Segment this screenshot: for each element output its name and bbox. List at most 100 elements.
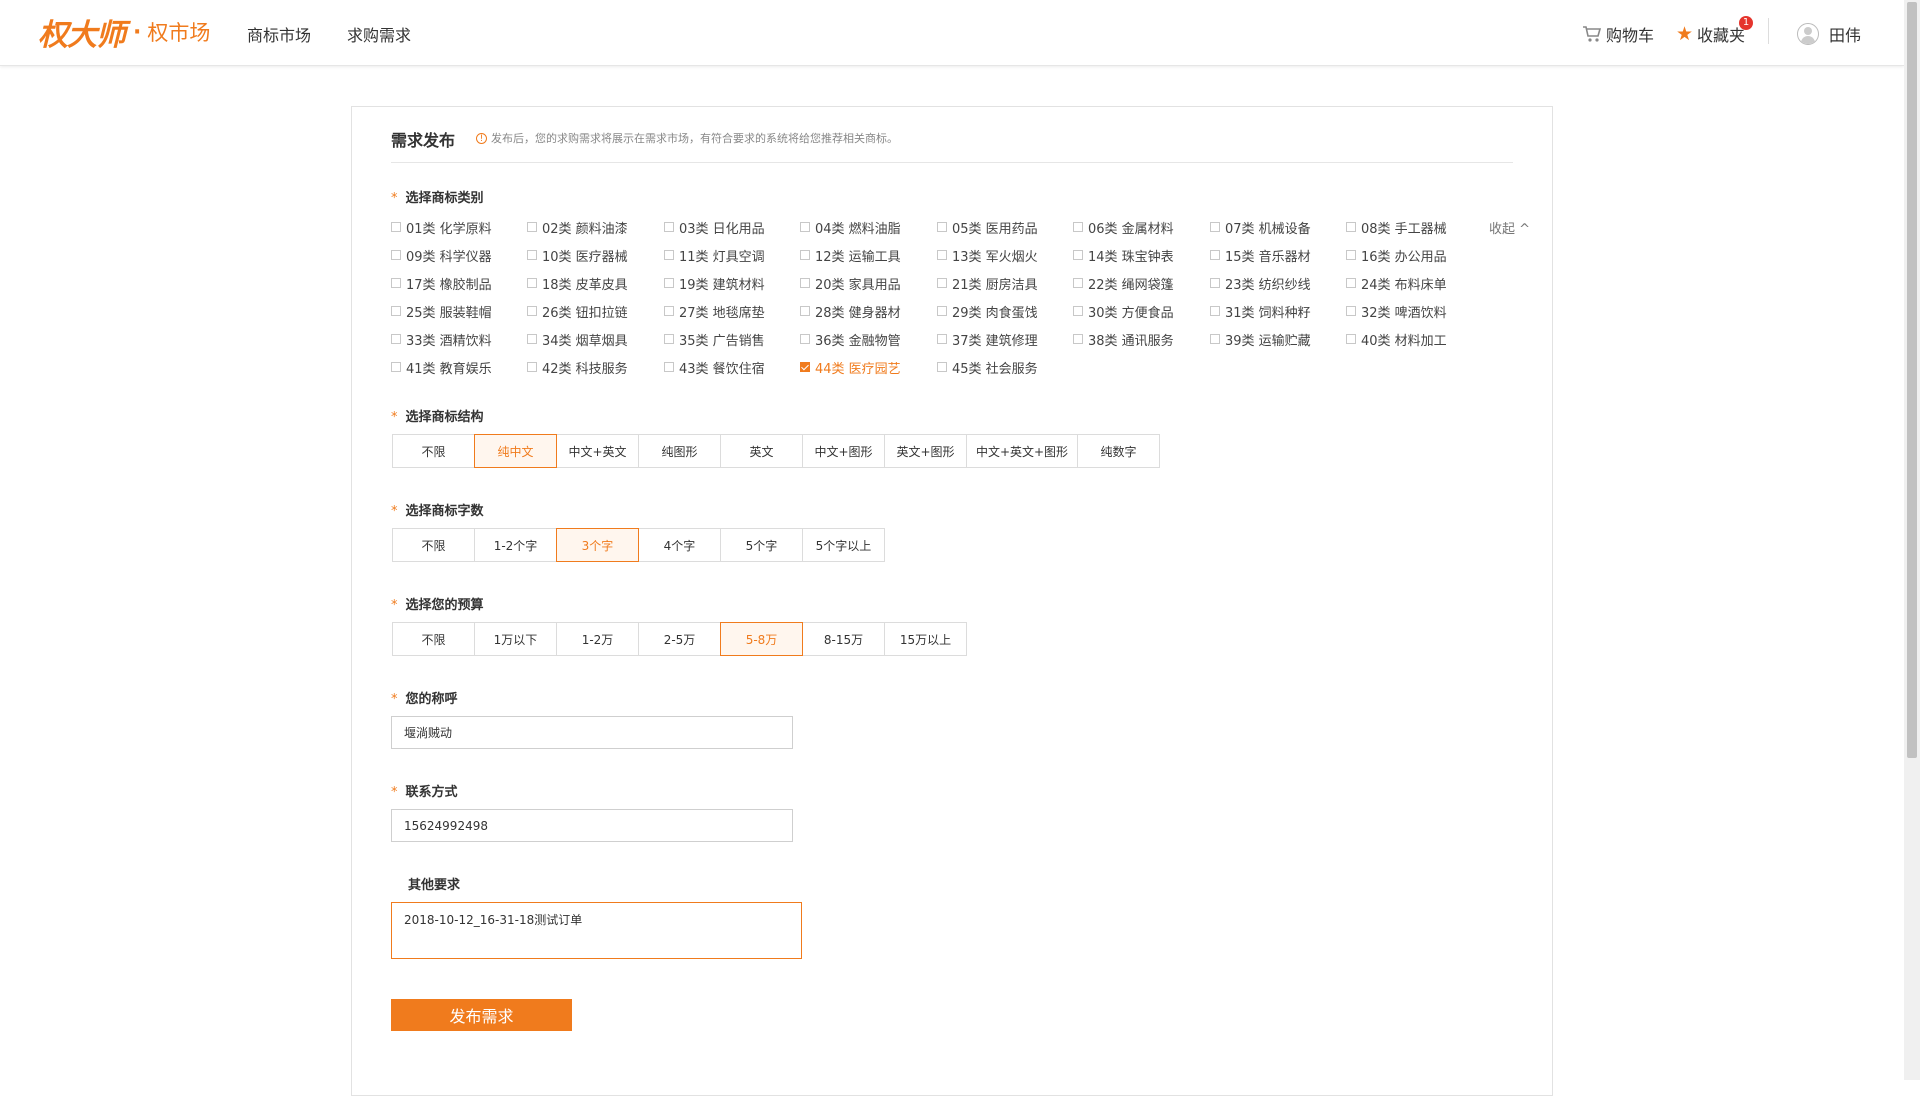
class-option[interactable]: 12类 运输工具 (800, 247, 901, 265)
checkbox-icon[interactable] (391, 362, 401, 372)
class-option[interactable]: 15类 音乐器材 (1210, 247, 1311, 265)
class-option[interactable]: 26类 钮扣拉链 (527, 303, 628, 321)
checkbox-icon[interactable] (937, 362, 947, 372)
class-option[interactable]: 10类 医疗器械 (527, 247, 628, 265)
favorites-link[interactable]: ★ 收藏夹 1 (1676, 16, 1754, 46)
checkbox-icon[interactable] (527, 250, 537, 260)
structure-option[interactable]: 中文+英文 (556, 434, 639, 468)
structure-option[interactable]: 英文+图形 (884, 434, 967, 468)
checkbox-icon[interactable] (527, 222, 537, 232)
checkbox-icon[interactable] (664, 334, 674, 344)
checkbox-icon[interactable] (1073, 306, 1083, 316)
checkbox-icon[interactable] (1210, 222, 1220, 232)
checkbox-icon[interactable] (937, 334, 947, 344)
structure-option[interactable]: 英文 (720, 434, 803, 468)
class-option[interactable]: 07类 机械设备 (1210, 219, 1311, 237)
checkbox-icon[interactable] (1073, 278, 1083, 288)
structure-option[interactable]: 纯图形 (638, 434, 721, 468)
structure-option[interactable]: 中文+图形 (802, 434, 885, 468)
checkbox-icon[interactable] (1210, 250, 1220, 260)
class-option[interactable]: 13类 军火烟火 (937, 247, 1038, 265)
class-option[interactable]: 06类 金属材料 (1073, 219, 1174, 237)
class-option[interactable]: 18类 皮革皮具 (527, 275, 628, 293)
checkbox-icon[interactable] (391, 334, 401, 344)
class-option[interactable]: 43类 餐饮住宿 (664, 359, 765, 377)
checkbox-icon[interactable] (391, 250, 401, 260)
checkbox-icon[interactable] (800, 278, 810, 288)
class-option[interactable]: 29类 肉食蛋饯 (937, 303, 1038, 321)
budget-option[interactable]: 1-2万 (556, 622, 639, 656)
class-option[interactable]: 45类 社会服务 (937, 359, 1038, 377)
checkbox-icon[interactable] (1346, 278, 1356, 288)
structure-option[interactable]: 不限 (392, 434, 475, 468)
class-option[interactable]: 16类 办公用品 (1346, 247, 1447, 265)
class-option[interactable]: 32类 啤酒饮料 (1346, 303, 1447, 321)
checkbox-icon[interactable] (391, 278, 401, 288)
structure-option[interactable]: 中文+英文+图形 (966, 434, 1078, 468)
user-menu[interactable]: 田伟 (1797, 22, 1861, 46)
chars-option[interactable]: 3个字 (556, 528, 639, 562)
class-option[interactable]: 21类 厨房洁具 (937, 275, 1038, 293)
budget-option[interactable]: 8-15万 (802, 622, 885, 656)
checkbox-icon[interactable] (527, 362, 537, 372)
class-option[interactable]: 27类 地毯席垫 (664, 303, 765, 321)
checkbox-icon[interactable] (527, 334, 537, 344)
checkbox-icon[interactable] (1073, 222, 1083, 232)
class-option[interactable]: 41类 教育娱乐 (391, 359, 492, 377)
checkbox-icon[interactable] (1073, 250, 1083, 260)
class-option[interactable]: 11类 灯具空调 (664, 247, 765, 265)
scrollbar-thumb[interactable] (1907, 2, 1917, 758)
class-option[interactable]: 42类 科技服务 (527, 359, 628, 377)
class-option[interactable]: 37类 建筑修理 (937, 331, 1038, 349)
class-option[interactable]: 14类 珠宝钟表 (1073, 247, 1174, 265)
nav-trademark-market[interactable]: 商标市场 (247, 22, 311, 46)
budget-option[interactable]: 不限 (392, 622, 475, 656)
class-option[interactable]: 44类 医疗园艺 (800, 359, 901, 377)
chars-option[interactable]: 1-2个字 (474, 528, 557, 562)
class-option[interactable]: 20类 家具用品 (800, 275, 901, 293)
checkbox-icon[interactable] (800, 334, 810, 344)
checkbox-icon[interactable] (1210, 278, 1220, 288)
contact-input[interactable] (391, 809, 793, 842)
checkbox-icon[interactable] (1210, 334, 1220, 344)
checkbox-icon[interactable] (1210, 306, 1220, 316)
checkbox-icon[interactable] (937, 222, 947, 232)
cart-link[interactable]: 购物车 (1582, 22, 1654, 46)
class-option[interactable]: 24类 布料床单 (1346, 275, 1447, 293)
class-option[interactable]: 25类 服装鞋帽 (391, 303, 492, 321)
checkbox-icon[interactable] (527, 306, 537, 316)
class-option[interactable]: 34类 烟草烟具 (527, 331, 628, 349)
budget-option[interactable]: 2-5万 (638, 622, 721, 656)
class-option[interactable]: 38类 通讯服务 (1073, 331, 1174, 349)
site-logo[interactable]: 权大师 · 权市场 (38, 12, 210, 53)
checkbox-icon[interactable] (800, 362, 810, 372)
class-option[interactable]: 05类 医用药品 (937, 219, 1038, 237)
class-option[interactable]: 04类 燃料油脂 (800, 219, 901, 237)
class-option[interactable]: 36类 金融物管 (800, 331, 901, 349)
structure-option[interactable]: 纯中文 (474, 434, 557, 468)
checkbox-icon[interactable] (937, 250, 947, 260)
checkbox-icon[interactable] (800, 306, 810, 316)
class-option[interactable]: 39类 运输贮藏 (1210, 331, 1311, 349)
class-option[interactable]: 01类 化学原料 (391, 219, 492, 237)
checkbox-icon[interactable] (1346, 250, 1356, 260)
class-option[interactable]: 19类 建筑材料 (664, 275, 765, 293)
checkbox-icon[interactable] (1346, 222, 1356, 232)
class-option[interactable]: 23类 纺织纱线 (1210, 275, 1311, 293)
class-option[interactable]: 28类 健身器材 (800, 303, 901, 321)
checkbox-icon[interactable] (664, 306, 674, 316)
structure-option[interactable]: 纯数字 (1077, 434, 1160, 468)
chars-option[interactable]: 5个字以上 (802, 528, 885, 562)
name-input[interactable] (391, 716, 793, 749)
class-option[interactable]: 03类 日化用品 (664, 219, 765, 237)
chars-option[interactable]: 5个字 (720, 528, 803, 562)
checkbox-icon[interactable] (937, 306, 947, 316)
checkbox-icon[interactable] (527, 278, 537, 288)
other-requirements-textarea[interactable]: 2018-10-12_16-31-18测试订单 (391, 902, 802, 959)
budget-option[interactable]: 5-8万 (720, 622, 803, 656)
nav-purchase-demand[interactable]: 求购需求 (347, 22, 411, 46)
checkbox-icon[interactable] (800, 222, 810, 232)
checkbox-icon[interactable] (1346, 334, 1356, 344)
class-option[interactable]: 35类 广告销售 (664, 331, 765, 349)
checkbox-icon[interactable] (1346, 306, 1356, 316)
